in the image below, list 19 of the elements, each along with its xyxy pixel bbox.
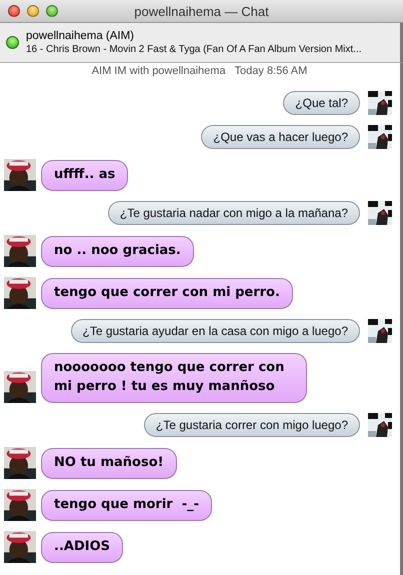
message-bubble: tengo que correr con mi perro. — [41, 278, 293, 309]
zoom-button[interactable] — [46, 5, 58, 17]
message-bubble: no .. noo gracias. — [41, 236, 194, 267]
message-bubble: ¿Te gustaria ayudar en la casa con migo a luego? — [70, 319, 360, 343]
message-bubble: ¿Te gustaria nadar con migo a la mañana? — [108, 201, 360, 225]
minimize-button[interactable] — [27, 5, 39, 17]
message-bubble: ¿Te gustaria correr con migo luego? — [144, 412, 360, 437]
buddy-name: powellnaihema (AIM) — [26, 30, 136, 42]
message-bubble: uffff.. as — [41, 160, 128, 191]
window-title: powellnaihema — Chat — [134, 4, 269, 18]
buddy-status: 16 - Chris Brown - Movin 2 Fast & Tyga (Fan Of A Fan Album Version Mixt... — [26, 44, 362, 55]
close-button[interactable] — [8, 5, 20, 17]
message-bubble: ¿Que tal? — [283, 91, 360, 115]
message-bubble: NO tu mañoso! — [41, 448, 177, 479]
message-bubble: ..ADIOS — [41, 532, 123, 563]
message-bubble: ¿Que vas a hacer luego? — [201, 125, 360, 149]
session-header: AIM IM with powellnaihema Today 8:56 AM — [90, 65, 308, 77]
message-bubble: tengo que morir -_- — [41, 490, 212, 521]
message-bubble: nooooooo tengo que correr con mi perro ! tu es muy manñoso — [41, 353, 307, 403]
